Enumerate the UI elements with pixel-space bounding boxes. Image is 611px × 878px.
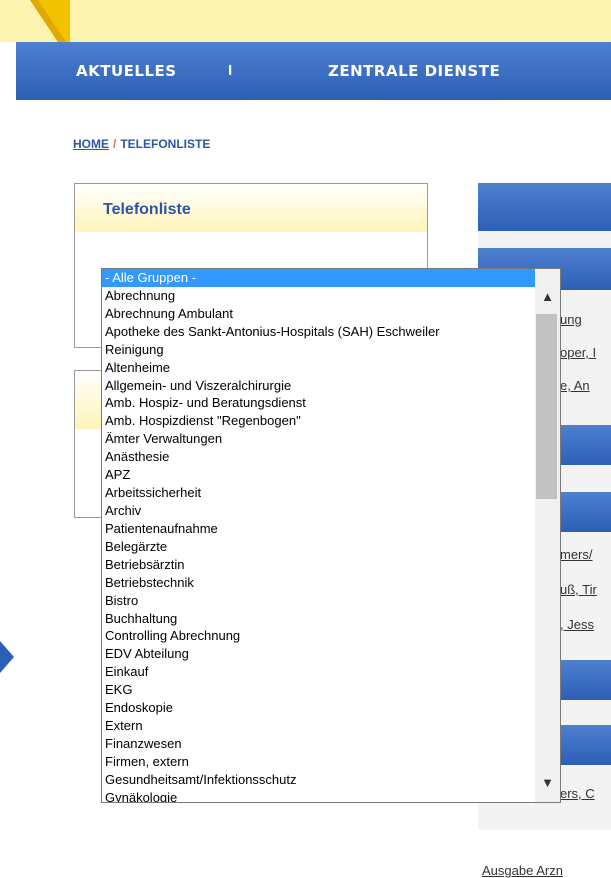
chevron-up-icon[interactable]: ▲: [538, 289, 557, 308]
content-link[interactable]: e, An: [560, 378, 590, 393]
top-banner: [0, 0, 611, 42]
main-navigation: AKTUELLES I ZENTRALE DIENSTE: [16, 42, 611, 100]
card-header: Telefonliste: [75, 184, 427, 232]
group-option[interactable]: Gynäkologie: [102, 789, 536, 802]
group-option[interactable]: Extern: [102, 717, 536, 735]
content-link[interactable]: , Jess: [560, 617, 594, 632]
group-option[interactable]: Abrechnung: [102, 287, 536, 305]
group-option[interactable]: Firmen, extern: [102, 753, 536, 771]
content-link[interactable]: ung: [560, 312, 582, 327]
group-option[interactable]: Finanzwesen: [102, 735, 536, 753]
group-option[interactable]: Belegärzte: [102, 538, 536, 556]
scrollbar-thumb[interactable]: [536, 314, 557, 499]
group-option[interactable]: Ämter Verwaltungen: [102, 430, 536, 448]
group-option[interactable]: Altenheime: [102, 359, 536, 377]
breadcrumb-separator: /: [113, 137, 117, 151]
group-option[interactable]: Einkauf: [102, 663, 536, 681]
nav-item-zentrale-dienste[interactable]: ZENTRALE DIENSTE: [328, 62, 500, 80]
group-option[interactable]: Amb. Hospiz- und Beratungsdienst: [102, 394, 536, 412]
breadcrumb: HOME / TELEFONLISTE: [73, 137, 210, 151]
chevron-down-icon[interactable]: ▼: [538, 775, 557, 794]
group-select-list[interactable]: - Alle Gruppen - Abrechnung Abrechnung Amb…: [101, 268, 537, 803]
group-option[interactable]: APZ: [102, 466, 536, 484]
content-header-bar: [478, 183, 611, 231]
group-option[interactable]: Gesundheitsamt/Infektionsschutz: [102, 771, 536, 789]
group-option[interactable]: Anästhesie: [102, 448, 536, 466]
group-option[interactable]: Abrechnung Ambulant: [102, 305, 536, 323]
group-option[interactable]: Bistro: [102, 592, 536, 610]
logo-swoosh: [30, 0, 70, 42]
content-link[interactable]: oper, I: [560, 345, 596, 360]
content-link[interactable]: ers, C: [560, 786, 595, 801]
card-title: Telefonliste: [103, 201, 191, 218]
group-option[interactable]: Controlling Abrechnung: [102, 627, 536, 645]
breadcrumb-home-link[interactable]: HOME: [73, 137, 109, 151]
group-option[interactable]: Allgemein- und Viszeralchirurgie: [102, 377, 536, 395]
group-option[interactable]: Apotheke des Sankt-Antonius-Hospitals (S…: [102, 323, 536, 341]
content-link[interactable]: mers/: [560, 547, 593, 562]
group-option[interactable]: Reinigung: [102, 341, 536, 359]
group-option[interactable]: Buchhaltung: [102, 610, 536, 628]
group-option[interactable]: Betriebstechnik: [102, 574, 536, 592]
group-option[interactable]: - Alle Gruppen -: [102, 269, 536, 287]
content-link[interactable]: uß, Tir: [560, 582, 597, 597]
group-option[interactable]: Archiv: [102, 502, 536, 520]
nav-item-aktuelles[interactable]: AKTUELLES: [76, 62, 177, 80]
nav-separator: I: [228, 62, 233, 79]
group-option[interactable]: EDV Abteilung: [102, 645, 536, 663]
group-option[interactable]: EKG: [102, 681, 536, 699]
content-link[interactable]: Ausgabe Arzn: [482, 863, 563, 878]
group-option[interactable]: Patientenaufnahme: [102, 520, 536, 538]
group-option[interactable]: Betriebsärztin: [102, 556, 536, 574]
group-option[interactable]: Endoskopie: [102, 699, 536, 717]
dropdown-scrollbar[interactable]: ▲ ▼: [535, 268, 561, 803]
group-option[interactable]: Amb. Hospizdienst "Regenbogen": [102, 412, 536, 430]
arrow-right-icon: [0, 641, 14, 673]
group-option[interactable]: Arbeitssicherheit: [102, 484, 536, 502]
breadcrumb-current: TELEFONLISTE: [120, 137, 211, 151]
group-options: - Alle Gruppen - Abrechnung Abrechnung Amb…: [102, 269, 536, 802]
